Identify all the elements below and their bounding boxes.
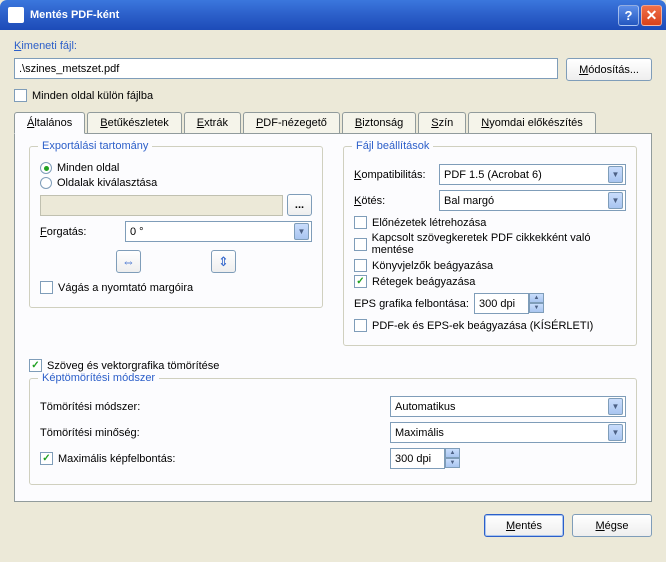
separate-files-label: Minden oldal külön fájlba: [32, 90, 153, 102]
app-icon: [8, 7, 24, 23]
tab-extras[interactable]: Extrák: [184, 112, 241, 133]
eps-res-label: EPS grafika felbontása:: [354, 298, 474, 310]
crop-label: Vágás a nyomtató margóira: [58, 282, 193, 294]
thumbnails-checkbox[interactable]: [354, 216, 367, 229]
tab-bar: Általános Betűkészletek Extrák PDF-nézeg…: [14, 112, 652, 133]
export-range-group: Exportálási tartomány Minden oldal Oldal…: [29, 146, 323, 308]
max-res-label: Maximális képfelbontás:: [58, 453, 175, 465]
tab-fonts[interactable]: Betűkészletek: [87, 112, 182, 133]
image-compress-group: Képtömörítési módszer Tömörítési módszer…: [29, 378, 637, 485]
max-res-input[interactable]: [390, 448, 445, 469]
rotation-value: 0 °: [130, 226, 144, 238]
save-button[interactable]: Mentés: [484, 514, 564, 537]
help-button[interactable]: ?: [618, 5, 639, 26]
tab-general[interactable]: Általános: [14, 112, 85, 134]
chevron-down-icon: ▼: [608, 424, 623, 441]
titlebar: Mentés PDF-ként ? ✕: [0, 0, 666, 30]
modify-button[interactable]: Módosítás...: [566, 58, 652, 81]
compress-method-value: Automatikus: [395, 401, 456, 413]
mirror-vertical-button[interactable]: [211, 250, 236, 273]
tab-panel-general: Exportálási tartomány Minden oldal Oldal…: [14, 133, 652, 502]
page-range-input: [40, 195, 283, 216]
select-pages-radio[interactable]: [40, 177, 52, 189]
compat-label: Kompatibilitás:: [354, 169, 439, 181]
binding-value: Bal margó: [444, 195, 494, 207]
select-pages-label: Oldalak kiválasztása: [57, 177, 157, 189]
bookmarks-checkbox[interactable]: [354, 259, 367, 272]
compress-quality-label: Tömörítési minőség:: [40, 427, 390, 439]
separate-files-checkbox[interactable]: [14, 89, 27, 102]
max-res-spinner[interactable]: ▲ ▼: [390, 448, 460, 469]
spin-up-button[interactable]: ▲: [529, 293, 544, 303]
output-file-input[interactable]: [14, 58, 558, 79]
eps-res-input[interactable]: [474, 293, 529, 314]
tab-security[interactable]: Biztonság: [342, 112, 416, 133]
chevron-down-icon: ▼: [294, 223, 309, 240]
all-pages-label: Minden oldal: [57, 162, 119, 174]
spin-down-button[interactable]: ▼: [445, 458, 460, 468]
crop-checkbox[interactable]: [40, 281, 53, 294]
embed-pdf-eps-checkbox[interactable]: [354, 319, 367, 332]
compat-value: PDF 1.5 (Acrobat 6): [444, 169, 542, 181]
tab-prepress[interactable]: Nyomdai előkészítés: [468, 112, 596, 133]
file-settings-title: Fájl beállítások: [352, 140, 433, 152]
max-res-checkbox[interactable]: ✓: [40, 452, 53, 465]
compress-method-dropdown[interactable]: Automatikus ▼: [390, 396, 626, 417]
cancel-button[interactable]: Mégse: [572, 514, 652, 537]
chevron-down-icon: ▼: [608, 398, 623, 415]
export-range-title: Exportálási tartomány: [38, 140, 152, 152]
rotation-label: Forgatás:: [40, 226, 125, 238]
linked-frames-label: Kapcsolt szövegkeretek PDF cikkekként va…: [372, 232, 626, 256]
mirror-horizontal-button[interactable]: [116, 250, 141, 273]
binding-dropdown[interactable]: Bal margó ▼: [439, 190, 626, 211]
linked-frames-checkbox[interactable]: [354, 238, 367, 251]
image-compress-title: Képtömörítési módszer: [38, 372, 159, 384]
output-file-label: Kimeneti fájl:: [14, 40, 652, 52]
spin-down-button[interactable]: ▼: [529, 303, 544, 313]
all-pages-radio[interactable]: [40, 162, 52, 174]
arrows-horizontal-icon: [122, 254, 135, 269]
spin-up-button[interactable]: ▲: [445, 448, 460, 458]
compress-text-label: Szöveg és vektorgrafika tömörítése: [47, 360, 219, 372]
window-title: Mentés PDF-ként: [30, 9, 618, 21]
layers-label: Rétegek beágyazása: [372, 276, 475, 288]
bookmarks-label: Könyvjelzők beágyazása: [372, 260, 493, 272]
arrows-vertical-icon: [218, 254, 229, 270]
tab-color[interactable]: Szín: [418, 112, 466, 133]
thumbnails-label: Előnézetek létrehozása: [372, 217, 486, 229]
compress-text-checkbox[interactable]: ✓: [29, 359, 42, 372]
rotation-dropdown[interactable]: 0 ° ▼: [125, 221, 312, 242]
compress-quality-value: Maximális: [395, 427, 444, 439]
chevron-down-icon: ▼: [608, 166, 623, 183]
compress-method-label: Tömörítési módszer:: [40, 401, 390, 413]
page-range-picker-button[interactable]: ...: [287, 194, 312, 216]
chevron-down-icon: ▼: [608, 192, 623, 209]
file-settings-group: Fájl beállítások Kompatibilitás: PDF 1.5…: [343, 146, 637, 346]
compress-quality-dropdown[interactable]: Maximális ▼: [390, 422, 626, 443]
close-button[interactable]: ✕: [641, 5, 662, 26]
compat-dropdown[interactable]: PDF 1.5 (Acrobat 6) ▼: [439, 164, 626, 185]
embed-pdf-eps-label: PDF-ek és EPS-ek beágyazása (KÍSÉRLETI): [372, 320, 593, 332]
eps-res-spinner[interactable]: ▲ ▼: [474, 293, 544, 314]
layers-checkbox[interactable]: ✓: [354, 275, 367, 288]
binding-label: Kötés:: [354, 195, 439, 207]
tab-viewer[interactable]: PDF-nézegető: [243, 112, 340, 133]
